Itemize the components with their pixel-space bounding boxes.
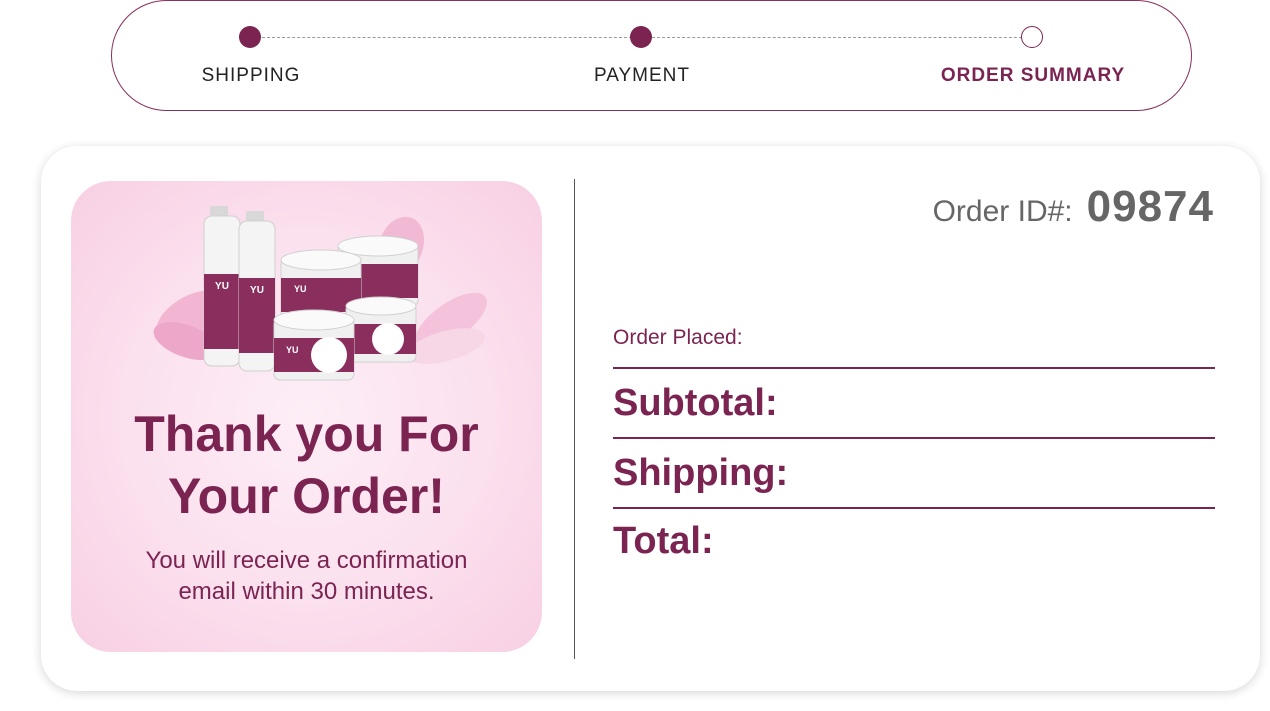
product-image: YU YU YU YU [153, 206, 487, 381]
product-brand: YU [294, 284, 307, 294]
step-order-summary-label[interactable]: ORDER SUMMARY [941, 65, 1125, 87]
serum-bottle: YU [238, 211, 276, 372]
shipping-label: Shipping: [613, 451, 789, 494]
order-summary: Order Placed: Subtotal: Shipping: Total: [613, 326, 1215, 573]
order-id: Order ID#: 09874 [933, 182, 1214, 232]
step-shipping-label[interactable]: SHIPPING [202, 65, 301, 87]
checkout-stepper: SHIPPING PAYMENT ORDER SUMMARY [111, 0, 1192, 111]
total-label: Total: [613, 519, 714, 562]
cream-jar: YU [273, 309, 355, 381]
vertical-divider [574, 179, 575, 659]
subtotal-label: Subtotal: [613, 381, 778, 424]
order-id-value: 09874 [1086, 182, 1214, 231]
step-shipping-dot[interactable] [239, 26, 261, 48]
confirmation-message: You will receive a confirmation email wi… [145, 547, 468, 605]
thank-you-panel: YU YU YU YU Thank you For Your Order! Yo… [71, 181, 542, 652]
step-connector [262, 37, 642, 38]
thank-you-title: Thank you For Your Order! [134, 406, 479, 524]
step-payment-label[interactable]: PAYMENT [594, 65, 690, 87]
product-brand: YU [286, 345, 299, 355]
product-brand: YU [250, 285, 264, 296]
subtotal-row: Subtotal: [613, 369, 1215, 439]
serum-bottle: YU [203, 206, 241, 367]
shipping-row: Shipping: [613, 439, 1215, 509]
step-payment-dot[interactable] [630, 26, 652, 48]
product-brand: YU [215, 281, 229, 292]
step-order-summary-dot[interactable] [1021, 26, 1043, 48]
order-placed-label: Order Placed: [613, 326, 1215, 369]
order-id-label: Order ID#: [932, 195, 1073, 228]
step-connector [652, 37, 1032, 38]
cream-jar [345, 296, 417, 363]
total-row: Total: [613, 509, 1215, 573]
order-confirmation-card: YU YU YU YU Thank you For Your Order! Yo… [41, 146, 1260, 691]
